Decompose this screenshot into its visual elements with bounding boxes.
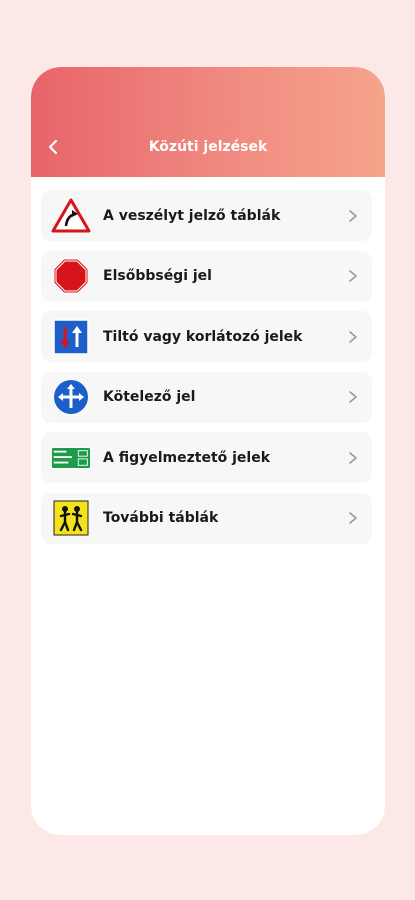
stop-sign-icon [51, 256, 91, 296]
list-item-additional-signs[interactable]: További táblák [41, 492, 372, 544]
mandatory-directions-sign-icon [51, 377, 91, 417]
list-item-prohibition-signs[interactable]: Tiltó vagy korlátozó jelek [41, 311, 372, 362]
category-list: A veszélyt jelző táblák Elsőbbségi jel T… [41, 190, 372, 553]
chevron-right-icon [346, 209, 360, 223]
children-crossing-sign-icon [51, 498, 91, 538]
chevron-right-icon [346, 511, 360, 525]
app-screen: Közúti jelzések A veszélyt jelző táblák [31, 67, 385, 835]
chevron-right-icon [346, 390, 360, 404]
chevron-right-icon [346, 269, 360, 283]
curve-warning-sign-icon [51, 196, 91, 236]
green-info-board-icon [51, 438, 91, 478]
chevron-right-icon [346, 330, 360, 344]
list-item-label: A veszélyt jelző táblák [103, 207, 281, 224]
list-item-label: Elsőbbségi jel [103, 268, 212, 284]
chevron-right-icon [346, 451, 360, 465]
list-item-label: A figyelmeztető jelek [103, 449, 271, 466]
header-bar: Közúti jelzések [31, 67, 385, 177]
list-item-notice-signs[interactable]: A figyelmeztető jelek [41, 432, 372, 483]
page-title: Közúti jelzések [148, 139, 268, 155]
list-item-priority-sign[interactable]: Elsőbbségi jel [41, 250, 372, 302]
list-item-label: Kötelező jel [103, 389, 196, 405]
priority-arrows-sign-icon [51, 317, 91, 357]
list-item-warning-signs[interactable]: A veszélyt jelző táblák [41, 190, 372, 241]
list-item-label: Tiltó vagy korlátozó jelek [103, 328, 303, 345]
list-item-label: További táblák [103, 510, 219, 526]
list-item-mandatory-signs[interactable]: Kötelező jel [41, 371, 372, 423]
